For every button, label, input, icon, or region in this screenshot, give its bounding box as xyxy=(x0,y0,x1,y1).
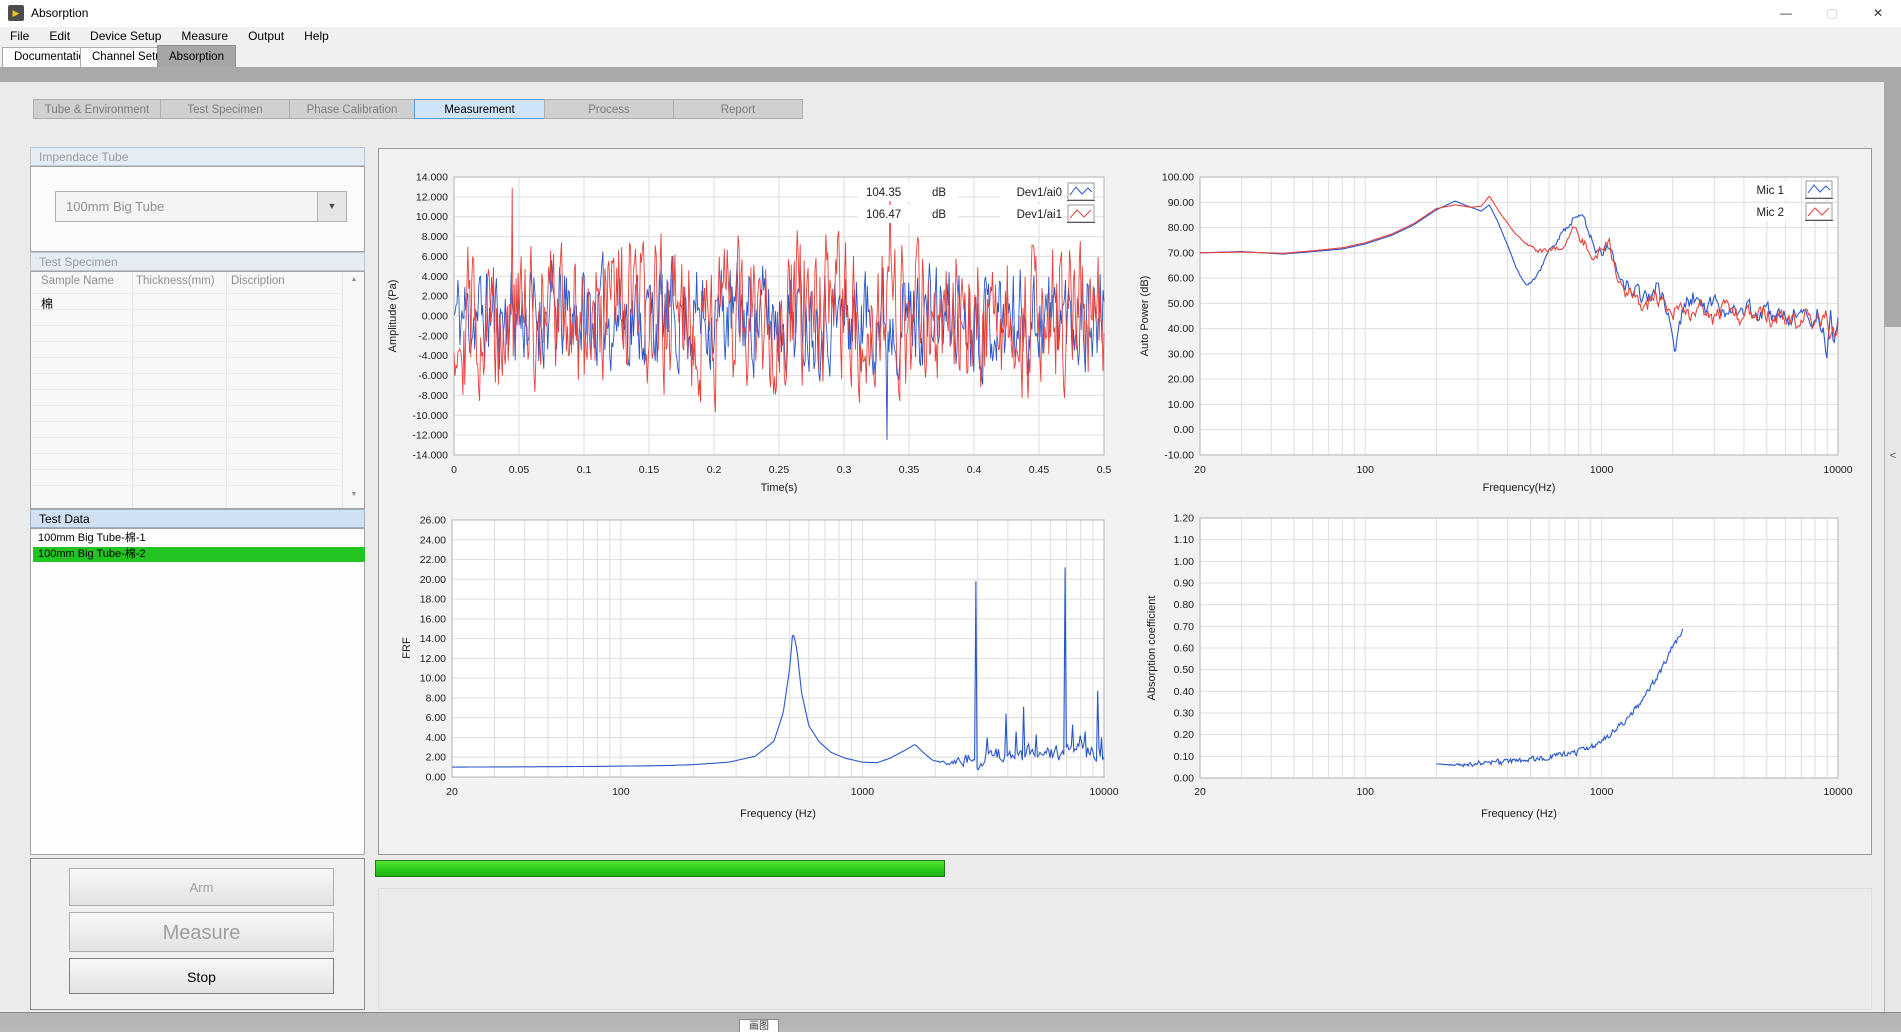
subtab-test-specimen[interactable]: Test Specimen xyxy=(160,99,290,119)
test-data-item[interactable]: 100mm Big Tube-棉-2 xyxy=(33,547,365,562)
auto-power-graph[interactable] xyxy=(1200,177,1838,455)
table-row-divider xyxy=(31,341,342,342)
right-gray-strip xyxy=(1884,67,1901,327)
frf-graph[interactable] xyxy=(452,520,1104,777)
column-header-sample-name: Sample Name xyxy=(41,275,114,287)
table-row-divider xyxy=(31,389,342,390)
menu-item-output[interactable]: Output xyxy=(238,27,294,46)
table-row-divider xyxy=(31,357,342,358)
table-column-divider xyxy=(132,272,133,508)
table-row-divider xyxy=(31,421,342,422)
table-row-divider xyxy=(31,469,342,470)
table-row-divider xyxy=(31,437,342,438)
lower-empty-panel xyxy=(378,888,1872,1010)
tab-absorption[interactable]: Absorption xyxy=(157,45,236,68)
subtab-measurement[interactable]: Measurement xyxy=(414,99,545,119)
titlebar: ▶ Absorption —▢✕ xyxy=(0,0,1901,28)
menubar: FileEditDevice SetupMeasureOutputHelp xyxy=(0,27,1901,46)
absorption-graph[interactable] xyxy=(1200,518,1838,778)
table-column-divider xyxy=(226,272,227,508)
main-tab-bar: DocumentationChannel SetupAbsorption xyxy=(0,45,1901,67)
impedance-tube-header: Impendace Tube xyxy=(30,147,365,166)
test-specimen-header: Test Specimen xyxy=(30,252,365,271)
tab-page-band xyxy=(0,67,1901,82)
scroll-up-icon[interactable]: ▲ xyxy=(345,276,363,283)
measure-button[interactable]: Measure xyxy=(69,912,334,952)
table-row-divider xyxy=(31,325,342,326)
column-header-discription: Discription xyxy=(231,275,285,287)
test-data-item[interactable]: 100mm Big Tube-棉-1 xyxy=(33,531,365,546)
subtab-process[interactable]: Process xyxy=(544,99,674,119)
menu-item-edit[interactable]: Edit xyxy=(39,27,80,46)
app-icon: ▶ xyxy=(8,5,24,21)
column-header-thickness-mm: Thickness(mm) xyxy=(136,275,215,287)
stop-button[interactable]: Stop xyxy=(69,958,334,994)
scroll-down-icon[interactable]: ▼ xyxy=(345,491,363,498)
menu-item-help[interactable]: Help xyxy=(294,27,339,46)
window-title: Absorption xyxy=(31,0,88,27)
table-row-divider xyxy=(31,453,342,454)
subtab-report[interactable]: Report xyxy=(673,99,803,119)
minimize-button[interactable]: — xyxy=(1763,0,1809,27)
table-row-divider xyxy=(31,309,342,310)
table-row-divider xyxy=(31,373,342,374)
table-row-divider xyxy=(31,405,342,406)
test-data-header: Test Data xyxy=(30,509,365,528)
test-data-list[interactable]: 100mm Big Tube-棉-1100mm Big Tube-棉-2 xyxy=(30,528,365,855)
menu-item-measure[interactable]: Measure xyxy=(171,27,238,46)
subtab-tube-environment[interactable]: Tube & Environment xyxy=(33,99,161,119)
action-button-panel: Arm Measure Stop xyxy=(30,858,365,1010)
close-button[interactable]: ✕ xyxy=(1855,0,1901,27)
collapse-left-icon[interactable]: < xyxy=(1885,450,1901,462)
tube-dropdown-value: 100mm Big Tube xyxy=(66,192,164,221)
taskbar-item-[interactable]: 画图 xyxy=(739,1019,779,1032)
measurement-progress-bar xyxy=(375,860,945,877)
menu-item-device-setup[interactable]: Device Setup xyxy=(80,27,171,46)
table-cell[interactable]: 棉 xyxy=(41,295,53,312)
subtab-phase-calibration[interactable]: Phase Calibration xyxy=(289,99,415,119)
dropdown-arrow-icon[interactable]: ▼ xyxy=(317,192,346,221)
table-row-divider xyxy=(31,293,342,294)
maximize-button[interactable]: ▢ xyxy=(1809,0,1855,27)
test-specimen-table[interactable]: Sample Name Thickness(mm) Discription 棉 ▲ ▼ xyxy=(30,271,365,509)
tube-dropdown[interactable]: 100mm Big Tube ▼ xyxy=(55,191,347,222)
table-column-divider xyxy=(342,272,343,508)
menu-item-file[interactable]: File xyxy=(0,27,39,46)
arm-button[interactable]: Arm xyxy=(69,868,334,906)
right-scroll-strip[interactable] xyxy=(1884,327,1901,1012)
time-waveform-graph[interactable] xyxy=(454,177,1104,455)
table-row-divider xyxy=(31,485,342,486)
os-taskbar: 画图 xyxy=(0,1012,1901,1028)
